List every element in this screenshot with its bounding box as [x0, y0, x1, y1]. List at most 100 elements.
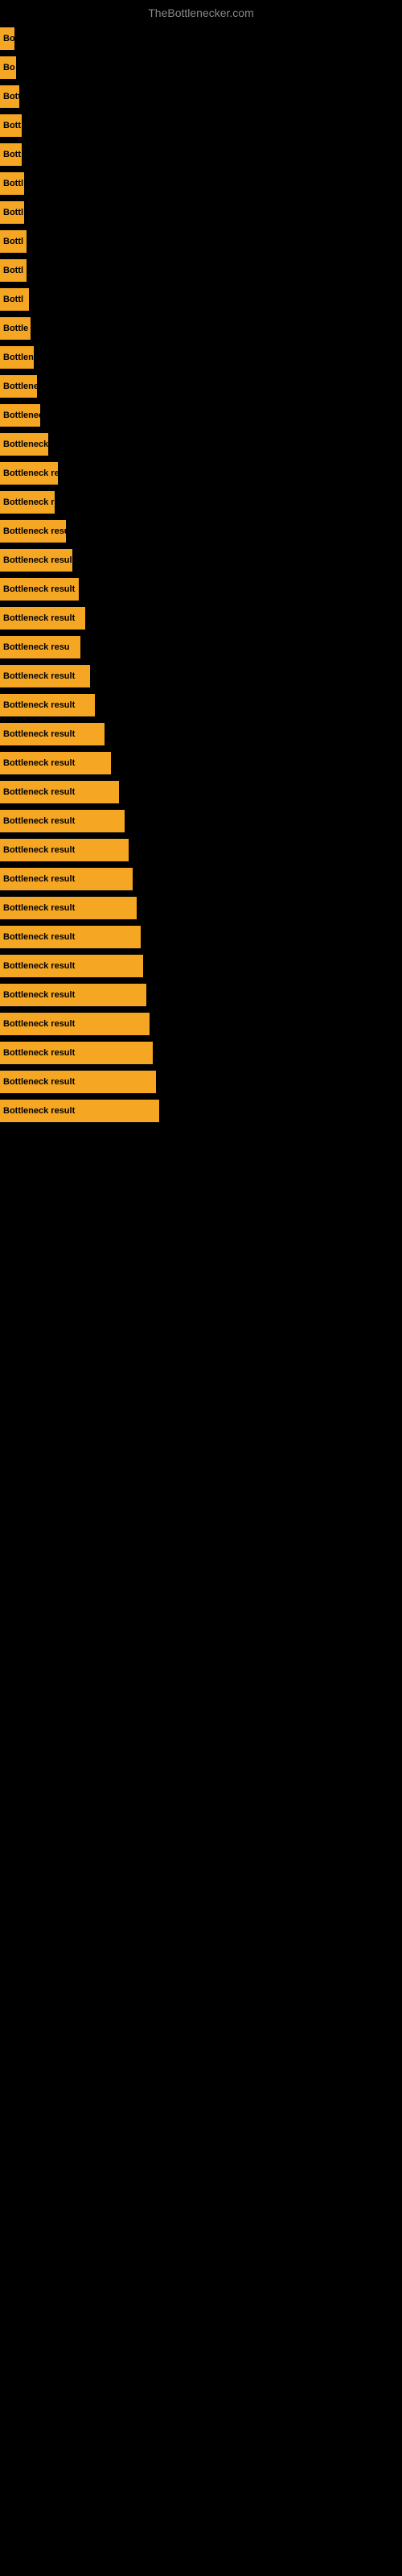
bar-label-11: Bottlen	[3, 353, 34, 362]
bar-row: Bottl	[0, 169, 402, 198]
bar-2: Bott	[0, 85, 19, 108]
bar-row: Bo	[0, 24, 402, 53]
bar-35: Bottleneck result	[0, 1042, 153, 1064]
bar-19: Bottleneck result	[0, 578, 79, 601]
bar-6: Bottl	[0, 201, 24, 224]
bar-row: Bottleneck result	[0, 662, 402, 691]
bar-label-15: Bottleneck resu	[3, 469, 58, 478]
bar-28: Bottleneck result	[0, 839, 129, 861]
bar-22: Bottleneck result	[0, 665, 90, 687]
bar-label-20: Bottleneck result	[3, 613, 75, 623]
bar-17: Bottleneck result	[0, 520, 66, 543]
bar-row: Bottl	[0, 227, 402, 256]
bar-row: Bottleneck result	[0, 923, 402, 952]
bar-34: Bottleneck result	[0, 1013, 150, 1035]
bar-row: Bottlen	[0, 343, 402, 372]
bar-label-7: Bottl	[3, 237, 23, 246]
bar-row: Bottleneck result	[0, 546, 402, 575]
bar-32: Bottleneck result	[0, 955, 143, 977]
bar-row: Bottleneck result	[0, 952, 402, 980]
bar-row: Bottleneck result	[0, 894, 402, 923]
bar-row: Bottl	[0, 256, 402, 285]
bar-label-18: Bottleneck result	[3, 555, 72, 565]
bar-label-4: Bott	[3, 150, 21, 159]
bar-label-14: Bottleneck r	[3, 440, 48, 449]
bar-row: Bottleneck result	[0, 1096, 402, 1125]
bar-9: Bottl	[0, 288, 29, 311]
bar-row: Bottleneck result	[0, 836, 402, 865]
bar-25: Bottleneck result	[0, 752, 111, 774]
bar-label-31: Bottleneck result	[3, 932, 75, 942]
bar-14: Bottleneck r	[0, 433, 48, 456]
bar-label-13: Bottlenec	[3, 411, 40, 420]
bar-0: Bo	[0, 27, 14, 50]
bar-row: Bottl	[0, 285, 402, 314]
bar-4: Bott	[0, 143, 22, 166]
bar-16: Bottleneck res	[0, 491, 55, 514]
bar-row: Bottle	[0, 314, 402, 343]
bar-label-27: Bottleneck result	[3, 816, 75, 826]
site-title: TheBottlenecker.com	[0, 0, 402, 23]
bar-10: Bottle	[0, 317, 31, 340]
bar-row: Bottleneck result	[0, 720, 402, 749]
bar-row: Bottleneck result	[0, 575, 402, 604]
bar-row: Bottleneck result	[0, 1038, 402, 1067]
bar-13: Bottlenec	[0, 404, 40, 427]
bar-label-24: Bottleneck result	[3, 729, 75, 739]
bar-7: Bottl	[0, 230, 27, 253]
bar-label-12: Bottlene	[3, 382, 37, 391]
bar-27: Bottleneck result	[0, 810, 125, 832]
bar-label-21: Bottleneck resu	[3, 642, 70, 652]
bar-21: Bottleneck resu	[0, 636, 80, 658]
bar-23: Bottleneck result	[0, 694, 95, 716]
bar-row: Bottleneck result	[0, 980, 402, 1009]
bar-row: Bottleneck result	[0, 807, 402, 836]
bar-row: Bottleneck result	[0, 865, 402, 894]
bar-label-34: Bottleneck result	[3, 1019, 75, 1029]
bar-row: Bottleneck resu	[0, 633, 402, 662]
bar-5: Bottl	[0, 172, 24, 195]
bar-1: Bo	[0, 56, 16, 79]
bar-30: Bottleneck result	[0, 897, 137, 919]
bar-8: Bottl	[0, 259, 27, 282]
bar-row: Bottleneck resu	[0, 459, 402, 488]
bar-row: Bott	[0, 111, 402, 140]
bar-label-22: Bottleneck result	[3, 671, 75, 681]
bar-label-3: Bott	[3, 121, 21, 130]
bar-row: Bottleneck result	[0, 517, 402, 546]
bar-label-16: Bottleneck res	[3, 497, 55, 507]
bar-label-5: Bottl	[3, 179, 23, 188]
main-container: TheBottlenecker.com Bo Bo Bott Bott Bott Bott…	[0, 0, 402, 1125]
bar-label-19: Bottleneck result	[3, 584, 75, 594]
bar-label-1: Bo	[3, 63, 15, 72]
bar-label-0: Bo	[3, 34, 14, 43]
bar-row: Bottleneck result	[0, 778, 402, 807]
bar-row: Bott	[0, 82, 402, 111]
bar-label-37: Bottleneck result	[3, 1106, 75, 1116]
bar-26: Bottleneck result	[0, 781, 119, 803]
bar-label-32: Bottleneck result	[3, 961, 75, 971]
bar-row: Bottleneck result	[0, 691, 402, 720]
bar-11: Bottlen	[0, 346, 34, 369]
bar-29: Bottleneck result	[0, 868, 133, 890]
bar-20: Bottleneck result	[0, 607, 85, 630]
bar-label-10: Bottle	[3, 324, 28, 333]
bar-row: Bottlene	[0, 372, 402, 401]
bar-row: Bo	[0, 53, 402, 82]
bar-label-25: Bottleneck result	[3, 758, 75, 768]
bar-label-6: Bottl	[3, 208, 23, 217]
bar-label-28: Bottleneck result	[3, 845, 75, 855]
bar-label-35: Bottleneck result	[3, 1048, 75, 1058]
bar-36: Bottleneck result	[0, 1071, 156, 1093]
bar-row: Bott	[0, 140, 402, 169]
bar-label-33: Bottleneck result	[3, 990, 75, 1000]
bar-label-8: Bottl	[3, 266, 23, 275]
bar-label-9: Bottl	[3, 295, 23, 304]
bar-row: Bottlenec	[0, 401, 402, 430]
bar-24: Bottleneck result	[0, 723, 105, 745]
bar-label-29: Bottleneck result	[3, 874, 75, 884]
bar-31: Bottleneck result	[0, 926, 141, 948]
bar-row: Bottleneck result	[0, 749, 402, 778]
bar-row: Bottl	[0, 198, 402, 227]
bar-33: Bottleneck result	[0, 984, 146, 1006]
